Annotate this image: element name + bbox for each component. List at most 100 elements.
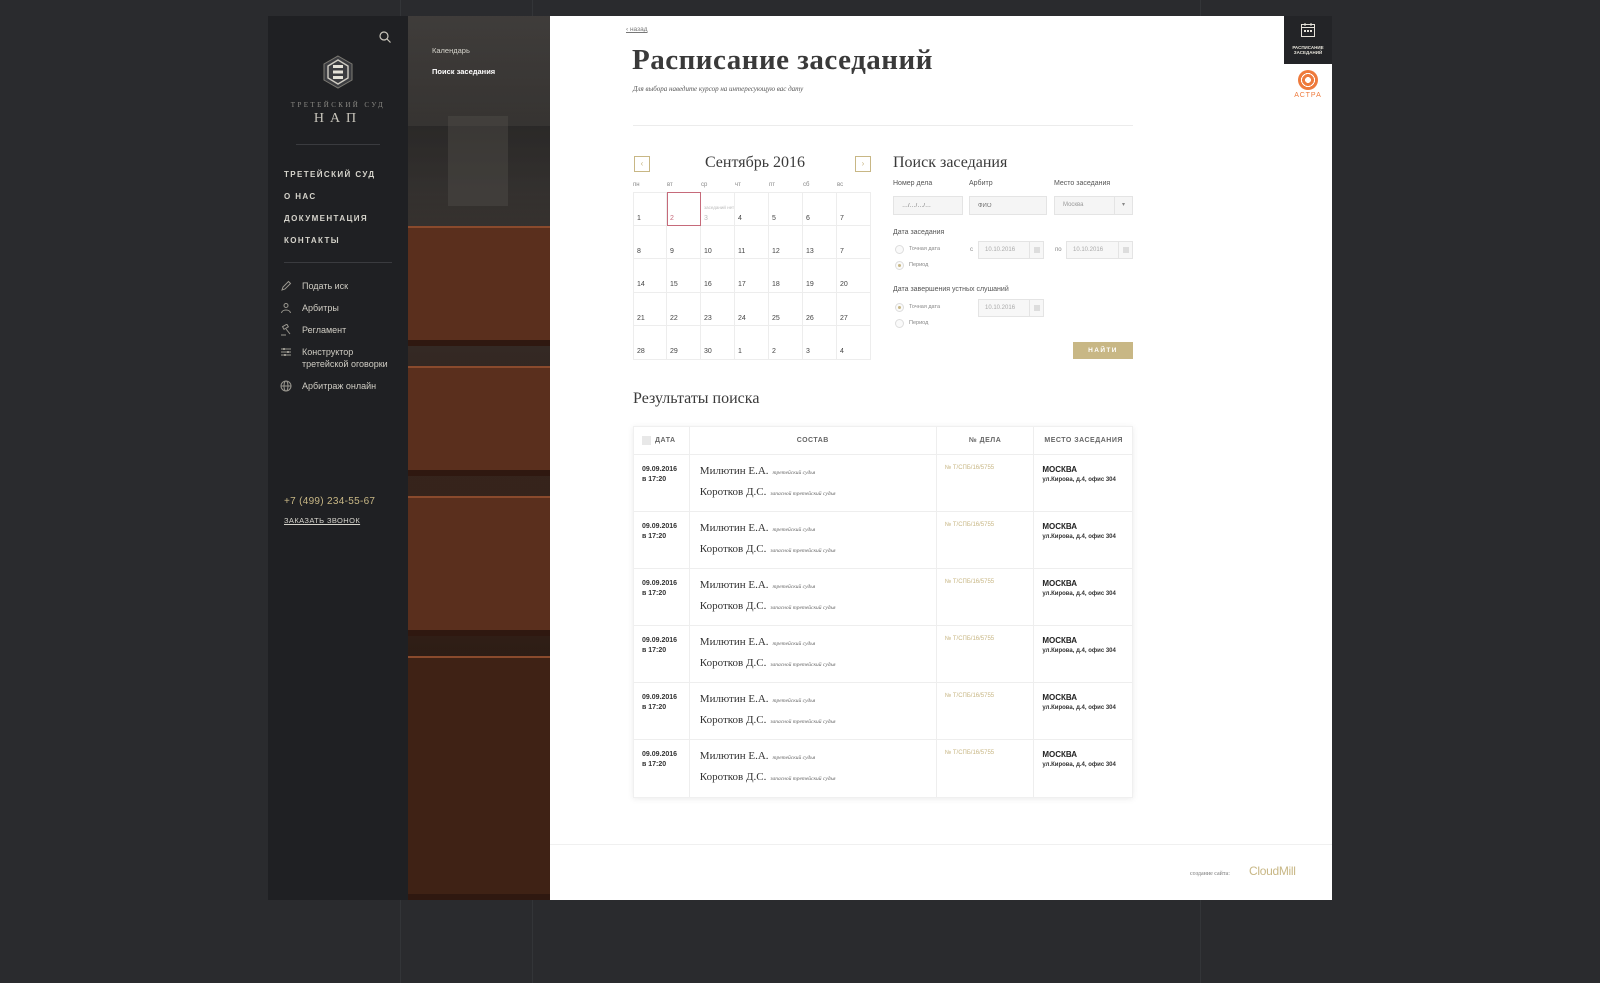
sub-nav-regulations[interactable]: Регламент <box>280 324 400 336</box>
calendar-day[interactable]: 4 <box>837 326 871 360</box>
row-composition: Милютин Е.А. третейский судья Коротков Д.С… <box>690 740 937 797</box>
case-number-link[interactable]: № Т/СПБ/16/5755 <box>937 740 1035 797</box>
calendar-day[interactable]: 24 <box>735 292 769 326</box>
calendar-day[interactable]: 2 <box>667 192 701 226</box>
judge-line: Милютин Е.А. третейский судья <box>700 693 936 714</box>
calendar-icon[interactable] <box>1118 242 1132 258</box>
address: ул.Кирова, д.4, офис 304 <box>1042 591 1116 597</box>
calendar-day[interactable]: 9 <box>667 225 701 259</box>
judge-name: Коротков Д.С. <box>699 543 767 555</box>
case-number-link[interactable]: № Т/СПБ/16/5755 <box>937 683 1035 739</box>
calendar-day[interactable]: 20 <box>837 259 871 293</box>
row-composition: Милютин Е.А. третейский судья Коротков Д.С… <box>690 626 937 682</box>
astra-widget[interactable]: АСТРА <box>1284 64 1332 112</box>
find-button[interactable]: НАЙТИ <box>1073 342 1133 359</box>
back-link[interactable]: ‹ назад <box>626 26 648 33</box>
table-row[interactable]: 09.09.2016 в 17:20 Милютин Е.А. третейский … <box>634 455 1132 512</box>
calendar-day[interactable]: 1 <box>735 326 769 360</box>
hearings-period-radio[interactable] <box>895 319 904 328</box>
hearings-date-value: 10.10.2016 <box>985 305 1016 311</box>
case-number-link[interactable]: № Т/СПБ/16/5755 <box>937 512 1035 568</box>
judge-line: Коротков Д.С. запасной третейский судья <box>700 657 936 678</box>
judge-line: Коротков Д.С. запасной третейский судья <box>700 714 936 735</box>
judge-line: Коротков Д.С. запасной третейский судья <box>700 771 936 792</box>
calendar-day[interactable]: 2 <box>769 326 803 360</box>
calendar-day[interactable]: 4 <box>735 192 769 226</box>
table-row[interactable]: 09.09.2016 в 17:20 Милютин Е.А. третейский … <box>634 683 1132 740</box>
calendar-day[interactable]: 21 <box>633 292 667 326</box>
calendar-day[interactable]: 18 <box>769 259 803 293</box>
column-date[interactable]: ДАТА <box>634 427 690 454</box>
calendar-next-button[interactable]: › <box>855 156 871 172</box>
calendar-day[interactable]: 28 <box>633 326 667 360</box>
calendar-day[interactable]: 23 <box>701 292 735 326</box>
phone-number[interactable]: +7 (499) 234-55-67 <box>284 496 375 507</box>
calendar-day[interactable]: 10 <box>701 225 735 259</box>
schedule-widget[interactable]: РАСПИСАНИЕ ЗАСЕДАНИЙ <box>1284 16 1332 64</box>
calendar-day[interactable]: 17 <box>735 259 769 293</box>
calendar-prev-button[interactable]: ‹ <box>634 156 650 172</box>
calendar-day[interactable]: 7 <box>837 225 871 259</box>
calendar-day[interactable]: 1 <box>633 192 667 226</box>
case-number-input[interactable] <box>893 196 963 215</box>
calendar-day[interactable]: 14 <box>633 259 667 293</box>
table-row[interactable]: 09.09.2016 в 17:20 Милютин Е.А. третейский … <box>634 626 1132 683</box>
nav-item-documents[interactable]: ДОКУМЕНТАЦИЯ <box>284 208 375 230</box>
sub-nav-online-arbitration[interactable]: Арбитраж онлайн <box>280 380 400 392</box>
nav-item-contacts[interactable]: КОНТАКТЫ <box>284 230 375 252</box>
calendar-day[interactable]: 19 <box>803 259 837 293</box>
logo[interactable]: ТРЕТЕЙСКИЙ СУД НАП <box>268 54 408 127</box>
calendar-icon[interactable] <box>1029 300 1043 316</box>
date-value: 09.09.2016 <box>642 580 678 587</box>
hearings-date-field[interactable]: 10.10.2016 <box>978 299 1044 317</box>
time-value: в 17:20 <box>642 761 667 768</box>
table-row[interactable]: 09.09.2016 в 17:20 Милютин Е.А. третейский … <box>634 740 1132 797</box>
date-from-field[interactable]: 10.10.2016 <box>978 241 1044 259</box>
calendar-day[interactable]: 6 <box>803 192 837 226</box>
photo-nav-calendar[interactable]: Календарь <box>432 46 470 55</box>
arbiter-input[interactable] <box>969 196 1047 215</box>
nav-item-court[interactable]: ТРЕТЕЙСКИЙ СУД <box>284 164 375 186</box>
calendar-day[interactable]: 12 <box>769 225 803 259</box>
calendar-day[interactable]: 26 <box>803 292 837 326</box>
calendar-day[interactable]: 11 <box>735 225 769 259</box>
judge-role: третейский судья <box>772 584 816 590</box>
calendar-day[interactable]: 25 <box>769 292 803 326</box>
logo-name: НАП <box>313 111 363 126</box>
callback-link[interactable]: ЗАКАЗАТЬ ЗВОНОК <box>284 516 360 525</box>
place-select[interactable]: Москва ▾ <box>1054 196 1133 215</box>
calendar-day[interactable]: заседаний нет 3 <box>701 192 735 226</box>
hearings-exact-date-radio[interactable] <box>895 303 904 312</box>
search-icon[interactable] <box>378 30 392 44</box>
calendar-icon[interactable] <box>1029 242 1043 258</box>
date-to-field[interactable]: 10.10.2016 <box>1066 241 1133 259</box>
case-number-link[interactable]: № Т/СПБ/16/5755 <box>937 569 1035 625</box>
calendar-day[interactable]: 8 <box>633 225 667 259</box>
nav-item-about[interactable]: О НАС <box>284 186 375 208</box>
studio-logo[interactable]: CloudMill <box>1249 864 1296 878</box>
calendar-day[interactable]: 22 <box>667 292 701 326</box>
table-row[interactable]: 09.09.2016 в 17:20 Милютин Е.А. третейский … <box>634 512 1132 569</box>
calendar-day[interactable]: 30 <box>701 326 735 360</box>
photo-nav-search[interactable]: Поиск заседания <box>432 67 495 76</box>
calendar-day[interactable]: 3 <box>803 326 837 360</box>
judge-name: Милютин Е.А. <box>699 636 769 648</box>
calendar-day[interactable]: 27 <box>837 292 871 326</box>
sub-nav-file-claim[interactable]: Подать иск <box>280 280 400 292</box>
calendar-day[interactable]: 5 <box>769 192 803 226</box>
sub-nav-label: Конструктор третейской оговорки <box>302 347 388 369</box>
table-row[interactable]: 09.09.2016 в 17:20 Милютин Е.А. третейский … <box>634 569 1132 626</box>
period-radio[interactable] <box>895 261 904 270</box>
time-value: в 17:20 <box>642 590 667 597</box>
exact-date-radio[interactable] <box>895 245 904 254</box>
calendar-day[interactable]: 13 <box>803 225 837 259</box>
case-number-link[interactable]: № Т/СПБ/16/5755 <box>937 455 1035 511</box>
weekday-label: вс <box>837 182 844 188</box>
calendar-day[interactable]: 15 <box>667 259 701 293</box>
calendar-day[interactable]: 7 <box>837 192 871 226</box>
case-number-link[interactable]: № Т/СПБ/16/5755 <box>937 626 1035 682</box>
calendar-day[interactable]: 29 <box>667 326 701 360</box>
sub-nav-arbiters[interactable]: Арбитры <box>280 302 400 314</box>
sub-nav-clause-builder[interactable]: Конструктор третейской оговорки <box>280 346 400 370</box>
calendar-day[interactable]: 16 <box>701 259 735 293</box>
